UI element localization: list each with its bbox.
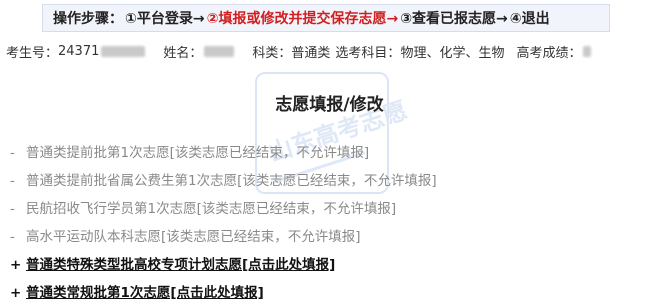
volunteer-item-pilot-cadets: - 民航招收飞行学员第1次志愿[该类志愿已经结束，不允许填报]: [10, 195, 650, 223]
volunteer-item-sports-team: - 高水平运动队本科志愿[该类志愿已经结束，不允许填报]: [10, 223, 650, 251]
item-text: 高水平运动队本科志愿[该类志愿已经结束，不允许填报]: [26, 229, 361, 245]
exam-no-redacted: [101, 45, 146, 57]
regular-batch-fill-link[interactable]: 普通类常规批第1次志愿[点击此处填报]: [26, 285, 264, 301]
category-label: 科类：: [252, 45, 292, 61]
page-title: 志愿填报/修改: [275, 95, 384, 115]
volunteer-item-early-batch: - 普通类提前批第1次志愿[该类志愿已经结束，不允许填报]: [10, 139, 650, 167]
category-value: 普通类: [291, 45, 331, 61]
step-view-submitted: ③查看已报志愿→: [400, 11, 508, 27]
item-bullet: -: [10, 229, 15, 245]
item-text: 普通类提前批第1次志愿[该类志愿已经结束，不允许填报]: [26, 145, 370, 161]
name-redacted: [204, 45, 235, 57]
volunteer-item-regular-batch[interactable]: + 普通类常规批第1次志愿[点击此处填报]: [10, 279, 650, 307]
operation-steps-bar: 操作步骤： ①平台登录→ ②填报或修改并提交保存志愿→ ③查看已报志愿→ ④退出: [42, 4, 610, 32]
item-text: 普通类提前批省属公费生第1次志愿[该类志愿已经结束，不允许填报]: [26, 173, 437, 189]
item-bullet: -: [10, 201, 15, 217]
special-plan-fill-link[interactable]: 普通类特殊类型批高校专项计划志愿[点击此处填报]: [26, 257, 335, 273]
exam-no-value: 24371: [58, 43, 100, 59]
subjects-value: 物理、化学、生物: [400, 45, 505, 61]
volunteer-item-special-plan[interactable]: + 普通类特殊类型批高校专项计划志愿[点击此处填报]: [10, 251, 650, 279]
volunteer-item-public-funded: - 普通类提前批省属公费生第1次志愿[该类志愿已经结束，不允许填报]: [10, 167, 650, 195]
step-login: ①平台登录→: [125, 11, 205, 27]
candidate-info-row: 考生号： 24371 姓名： 科类： 普通类 选考科目： 物理、化学、生物 高考…: [6, 41, 656, 61]
volunteer-list: - 普通类提前批第1次志愿[该类志愿已经结束，不允许填报] - 普通类提前批省属公费…: [10, 139, 650, 307]
item-bullet: -: [10, 145, 15, 161]
exam-no-label: 考生号：: [6, 45, 59, 61]
name-label: 姓名：: [163, 45, 203, 61]
item-bullet: +: [10, 257, 22, 273]
item-text: 民航招收飞行学员第1次志愿[该类志愿已经结束，不允许填报]: [26, 201, 397, 217]
item-bullet: +: [10, 285, 22, 301]
subjects-label: 选考科目：: [335, 45, 401, 61]
item-bullet: -: [10, 173, 15, 189]
step-fill-volunteer: ②填报或修改并提交保存志愿→: [206, 11, 399, 27]
step-logout: ④退出: [509, 11, 550, 27]
score-label: 高考成绩：: [516, 45, 582, 61]
steps-label: 操作步骤：: [53, 11, 123, 27]
score-redacted: [583, 45, 592, 57]
